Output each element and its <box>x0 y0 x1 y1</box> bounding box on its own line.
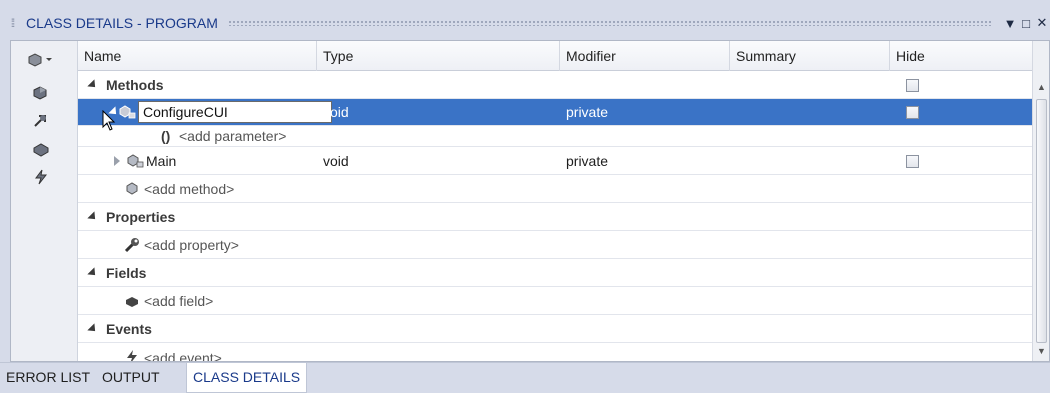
new-member-icon <box>28 53 52 67</box>
group-row-fields[interactable]: Fields <box>78 260 1034 287</box>
methods-filter-icon <box>33 86 47 100</box>
group-label-properties: Properties <box>106 209 176 225</box>
collapse-fields-icon[interactable] <box>87 267 99 279</box>
close-icon[interactable]: ✕ <box>1034 15 1050 31</box>
members-grid: Name Type Modifier Summary Hide Methods … <box>78 41 1034 361</box>
dropdown-icon[interactable]: ▼ <box>1002 16 1018 31</box>
filter-properties-button[interactable] <box>21 109 61 133</box>
collapse-events-icon[interactable] <box>87 323 99 335</box>
add-method-row[interactable]: <add method> <box>78 176 1034 203</box>
class-details-window: ⁞⁞ CLASS DETAILS - PROGRAM ▼ □ ✕ Name Ty… <box>0 0 1050 393</box>
tab-error-list[interactable]: ERROR LIST <box>0 363 96 393</box>
private-method-icon <box>119 105 136 119</box>
scroll-up-arrow-icon[interactable]: ▲ <box>1033 79 1050 95</box>
filter-events-button[interactable] <box>21 165 61 189</box>
title-bar-dots <box>227 20 992 26</box>
method-modifier[interactable]: private <box>566 99 608 126</box>
fields-filter-icon <box>33 143 49 157</box>
column-header-type[interactable]: Type <box>317 41 560 71</box>
group-label-fields: Fields <box>106 265 147 281</box>
add-parameter-row[interactable]: () <add parameter> <box>78 126 1034 147</box>
mouse-pointer-icon <box>102 110 116 131</box>
parameter-icon: () <box>161 128 171 144</box>
add-field-row[interactable]: <add field> <box>78 288 1034 315</box>
property-wrench-icon <box>124 238 139 253</box>
event-icon <box>127 350 137 361</box>
new-member-dropdown-button[interactable] <box>21 47 61 71</box>
scroll-down-arrow-icon[interactable]: ▼ <box>1033 343 1050 359</box>
bottom-tab-strip: ERROR LIST OUTPUT CLASS DETAILS <box>0 362 1050 393</box>
drag-grip-icon[interactable]: ⁞⁞ <box>0 16 18 30</box>
title-bar[interactable]: ⁞⁞ CLASS DETAILS - PROGRAM ▼ □ ✕ <box>0 10 1050 36</box>
grid-header: Name Type Modifier Summary Hide <box>78 41 1034 71</box>
properties-filter-icon <box>34 115 46 127</box>
add-event-row[interactable]: <add event> <box>78 344 1034 361</box>
filter-fields-button[interactable] <box>21 137 61 161</box>
maximize-icon[interactable]: □ <box>1018 16 1034 31</box>
class-details-toolbar <box>11 41 78 361</box>
method-row-main[interactable]: Main void private <box>78 148 1034 175</box>
field-icon <box>126 297 138 307</box>
add-field-placeholder[interactable]: <add field> <box>144 288 213 315</box>
scrollbar-thumb[interactable] <box>1036 99 1047 343</box>
tab-output[interactable]: OUTPUT <box>96 363 166 393</box>
events-filter-icon <box>35 169 48 185</box>
add-parameter-placeholder[interactable]: <add parameter> <box>179 123 286 150</box>
column-header-hide[interactable]: Hide <box>890 41 1017 71</box>
column-header-summary[interactable]: Summary <box>730 41 890 71</box>
expand-main-icon[interactable] <box>114 156 120 166</box>
method-name-input[interactable]: ConfigureCUI <box>138 101 332 123</box>
class-details-panel: Name Type Modifier Summary Hide Methods … <box>10 40 1050 362</box>
method-icon <box>126 182 138 195</box>
method-type[interactable]: void <box>323 99 349 126</box>
method-type[interactable]: void <box>323 148 349 175</box>
hide-configurecui-checkbox[interactable] <box>906 106 919 119</box>
method-modifier[interactable]: private <box>566 148 608 175</box>
add-method-placeholder[interactable]: <add method> <box>144 176 234 203</box>
hide-methods-checkbox[interactable] <box>906 79 919 92</box>
group-row-events[interactable]: Events <box>78 316 1034 343</box>
private-method-icon <box>127 154 144 168</box>
add-property-placeholder[interactable]: <add property> <box>144 232 239 259</box>
method-name[interactable]: Main <box>146 148 176 175</box>
group-label-events: Events <box>106 321 152 337</box>
method-row-configurecui[interactable]: ConfigureCUI void private <box>78 99 1034 126</box>
hide-main-checkbox[interactable] <box>906 155 919 168</box>
collapse-properties-icon[interactable] <box>87 211 99 223</box>
column-header-modifier[interactable]: Modifier <box>560 41 730 71</box>
filter-methods-button[interactable] <box>21 81 61 105</box>
add-event-placeholder[interactable]: <add event> <box>144 345 222 361</box>
group-row-methods[interactable]: Methods <box>78 72 1034 99</box>
group-row-properties[interactable]: Properties <box>78 204 1034 231</box>
tab-class-details[interactable]: CLASS DETAILS <box>186 363 308 393</box>
add-property-row[interactable]: <add property> <box>78 232 1034 259</box>
collapse-methods-icon[interactable] <box>87 79 99 91</box>
group-label-methods: Methods <box>106 77 164 93</box>
vertical-scrollbar[interactable]: ▲ ▼ <box>1032 41 1049 361</box>
column-header-name[interactable]: Name <box>78 41 317 71</box>
window-title: CLASS DETAILS - PROGRAM <box>26 15 218 31</box>
